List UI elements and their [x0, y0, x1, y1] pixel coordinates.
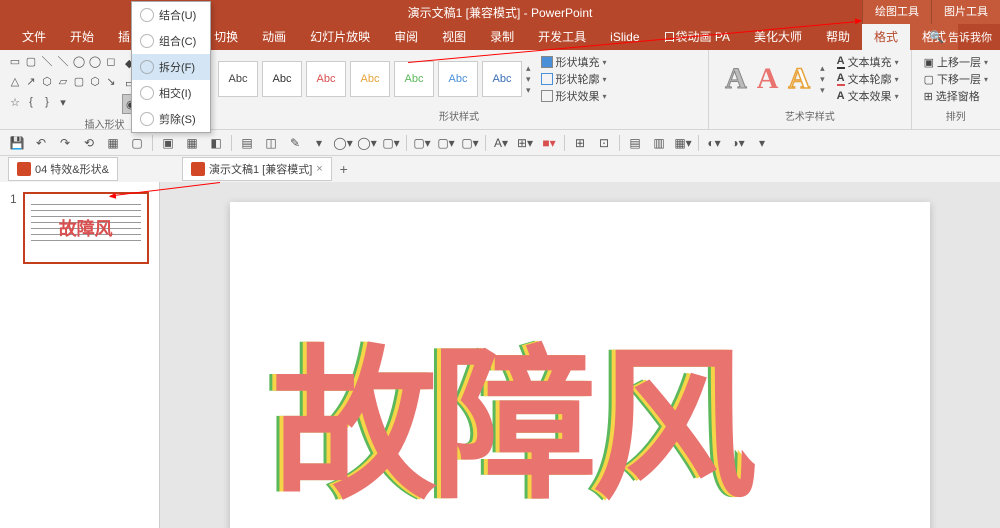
qat-btn[interactable]: ◫ [262, 134, 280, 152]
menu-file[interactable]: 文件 [10, 24, 58, 50]
shape-outline-button[interactable]: 形状轮廓▾ [541, 71, 607, 87]
document-tab-1[interactable]: 04 特效&形状& [8, 157, 118, 181]
qat-btn[interactable]: ▤ [238, 134, 256, 152]
group-wordart-styles: 艺术字样式 [717, 106, 903, 125]
menu-help[interactable]: 帮助 [814, 24, 862, 50]
menu-slideshow[interactable]: 幻灯片放映 [298, 24, 382, 50]
qat-btn[interactable]: ▦▾ [674, 134, 692, 152]
menu-pocket[interactable]: 口袋动画 PA [652, 24, 742, 50]
search-icon: 🔍 [929, 30, 944, 44]
qat-btn[interactable]: ⊞▾ [516, 134, 534, 152]
slide-canvas[interactable]: 故障风 故障风 故障风 [230, 202, 930, 528]
qat-save-icon[interactable]: 💾 [8, 134, 26, 152]
qat-btn[interactable]: ▾ [753, 134, 771, 152]
qat-btn[interactable]: ▾ [310, 134, 328, 152]
qat-btn[interactable]: ▢▾ [413, 134, 431, 152]
qat-btn[interactable]: ▢▾ [382, 134, 400, 152]
slide-number: 1 [10, 192, 17, 264]
qat-btn[interactable]: ▦ [183, 134, 201, 152]
qat-btn[interactable]: ▢ [128, 134, 146, 152]
shape-style-gallery[interactable]: Abc Abc Abc Abc Abc Abc Abc ▴▾▾ [218, 61, 531, 97]
qat-btn[interactable]: ✎ [286, 134, 304, 152]
wordart-gallery[interactable]: A A A ▴▾▾ [717, 62, 833, 96]
menu-animation[interactable]: 动画 [250, 24, 298, 50]
menu-record[interactable]: 录制 [478, 24, 526, 50]
slide-canvas-area[interactable]: 故障风 故障风 故障风 [160, 182, 1000, 528]
merge-union[interactable]: 结合(U) [132, 2, 210, 28]
qat-btn[interactable]: ◑▾ [729, 134, 747, 152]
merge-subtract[interactable]: 剪除(S) [132, 106, 210, 132]
quick-access-toolbar: 💾 ↶ ↷ ⟲ ▦ ▢ ▣ ▦ ◧ ▤ ◫ ✎ ▾ ◯▾ ◯▾ ▢▾ ▢▾ ▢▾… [0, 130, 1000, 156]
menu-home[interactable]: 开始 [58, 24, 106, 50]
qat-btn[interactable]: ◧ [207, 134, 225, 152]
close-icon[interactable]: × [316, 163, 322, 175]
picture-tools-tab[interactable]: 图片工具 [931, 0, 1000, 24]
bring-forward-button[interactable]: ▣上移一层▾ [924, 54, 988, 70]
qat-btn[interactable]: ▢▾ [461, 134, 479, 152]
add-tab-button[interactable]: + [334, 159, 354, 179]
qat-btn[interactable]: ▢▾ [437, 134, 455, 152]
group-arrange: 排列 [920, 106, 992, 125]
shape-fill-button[interactable]: 形状填充▾ [541, 54, 607, 70]
qat-btn[interactable]: ⟲ [80, 134, 98, 152]
slide-thumbnail-1[interactable]: 故障风 [23, 192, 149, 264]
qat-btn[interactable]: ■▾ [540, 134, 558, 152]
text-effects-button[interactable]: A文本效果▾ [837, 88, 899, 104]
qat-btn[interactable]: ⊞ [571, 134, 589, 152]
shapes-gallery[interactable]: ▭▢＼＼◯◯ ◻△↗⬡▱▢ ⬡↘☆{}▾ [8, 54, 118, 114]
menu-view[interactable]: 视图 [430, 24, 478, 50]
powerpoint-icon [191, 162, 205, 176]
qat-btn[interactable]: ◐▾ [705, 134, 723, 152]
search-placeholder: 告诉我你 [948, 29, 992, 45]
merge-fragment[interactable]: 拆分(F) [132, 54, 210, 80]
selection-pane-button[interactable]: ⊞选择窗格 [924, 88, 988, 104]
menu-review[interactable]: 审阅 [382, 24, 430, 50]
qat-redo-icon[interactable]: ↷ [56, 134, 74, 152]
qat-undo-icon[interactable]: ↶ [32, 134, 50, 152]
qat-btn[interactable]: ◯▾ [358, 134, 376, 152]
menu-format-draw[interactable]: 格式 [862, 24, 910, 50]
merge-shapes-dropdown: 结合(U) 组合(C) 拆分(F) 相交(I) 剪除(S) [131, 1, 211, 133]
qat-btn[interactable]: ▤ [626, 134, 644, 152]
qat-btn[interactable]: ◯▾ [334, 134, 352, 152]
qat-btn[interactable]: ▣ [159, 134, 177, 152]
powerpoint-icon [17, 162, 31, 176]
drawing-tools-tab[interactable]: 绘图工具 [862, 0, 931, 24]
group-shape-styles: 形状样式 [218, 106, 700, 125]
window-title: 演示文稿1 [兼容模式] - PowerPoint [408, 4, 593, 21]
merge-combine[interactable]: 组合(C) [132, 28, 210, 54]
qat-btn[interactable]: ⊡ [595, 134, 613, 152]
menu-islide[interactable]: iSlide [598, 24, 651, 50]
slide-thumbnail-panel: 1 故障风 [0, 182, 160, 528]
qat-btn[interactable]: ▦ [104, 134, 122, 152]
text-outline-button[interactable]: A文本轮廓▾ [837, 71, 899, 87]
tell-me-search[interactable]: 🔍 告诉我你 [929, 29, 992, 45]
merge-intersect[interactable]: 相交(I) [132, 80, 210, 106]
qat-btn[interactable]: ▥ [650, 134, 668, 152]
text-fill-button[interactable]: A文本填充▾ [837, 54, 899, 70]
shape-effects-button[interactable]: 形状效果▾ [541, 88, 607, 104]
send-backward-button[interactable]: ▢下移一层▾ [924, 71, 988, 87]
document-tab-2[interactable]: 演示文稿1 [兼容模式] × [182, 157, 332, 181]
qat-btn[interactable]: A▾ [492, 134, 510, 152]
